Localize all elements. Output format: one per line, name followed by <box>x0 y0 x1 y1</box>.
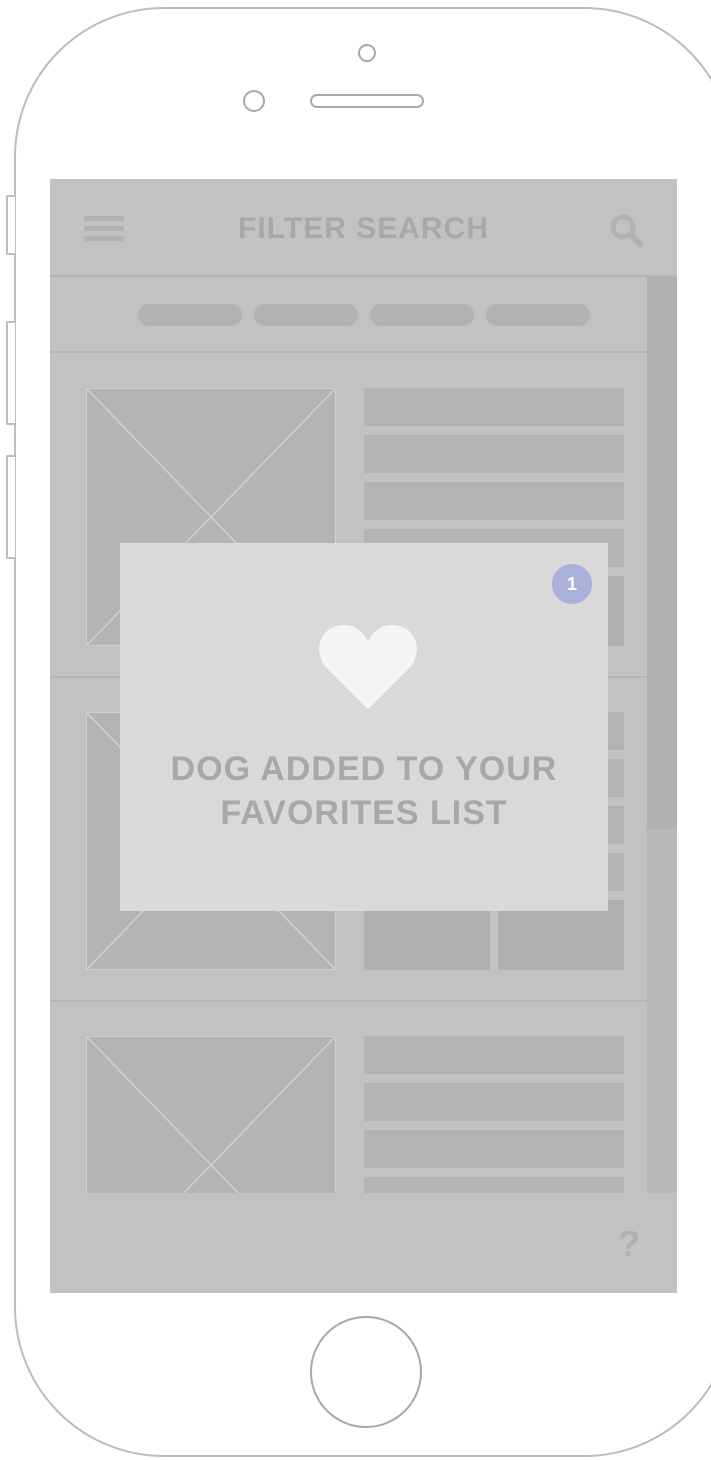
front-camera <box>358 44 376 62</box>
earpiece-speaker <box>310 94 424 108</box>
modal-message-line: DOG ADDED TO YOUR <box>170 750 558 788</box>
page-title: FILTER SEARCH <box>238 212 489 245</box>
phone-silent-switch <box>6 195 15 255</box>
modal-message-line: FAVORITES LIST <box>220 794 508 832</box>
filter-chip[interactable] <box>486 304 590 326</box>
bottom-bar: ? <box>50 1193 677 1293</box>
filter-chip[interactable] <box>370 304 474 326</box>
app-screen: FILTER SEARCH ? 1 DOG ADDED TO YOUR FAVO… <box>50 179 677 1293</box>
search-icon[interactable] <box>608 212 644 248</box>
heart-icon <box>318 621 418 711</box>
text-placeholder <box>364 482 624 520</box>
text-placeholder <box>364 388 624 426</box>
scrollbar-thumb[interactable] <box>647 277 677 829</box>
filter-chips-bar <box>50 277 647 353</box>
phone-volume-up-button <box>6 321 15 425</box>
text-placeholder <box>364 1083 624 1121</box>
modal-message: DOG ADDED TO YOUR FAVORITES LIST <box>140 747 588 835</box>
filter-chip[interactable] <box>254 304 358 326</box>
app-header: FILTER SEARCH <box>50 179 677 277</box>
phone-volume-down-button <box>6 455 15 559</box>
text-placeholder <box>364 435 624 473</box>
favorite-added-modal[interactable]: 1 DOG ADDED TO YOUR FAVORITES LIST <box>120 543 608 911</box>
text-placeholder <box>364 1036 624 1074</box>
help-icon[interactable]: ? <box>618 1223 640 1265</box>
proximity-sensor <box>243 90 265 112</box>
home-button[interactable] <box>310 1316 422 1428</box>
favorites-count-badge: 1 <box>552 564 592 604</box>
filter-chip[interactable] <box>138 304 242 326</box>
text-placeholder <box>364 1130 624 1168</box>
scrollbar[interactable] <box>647 277 677 1193</box>
